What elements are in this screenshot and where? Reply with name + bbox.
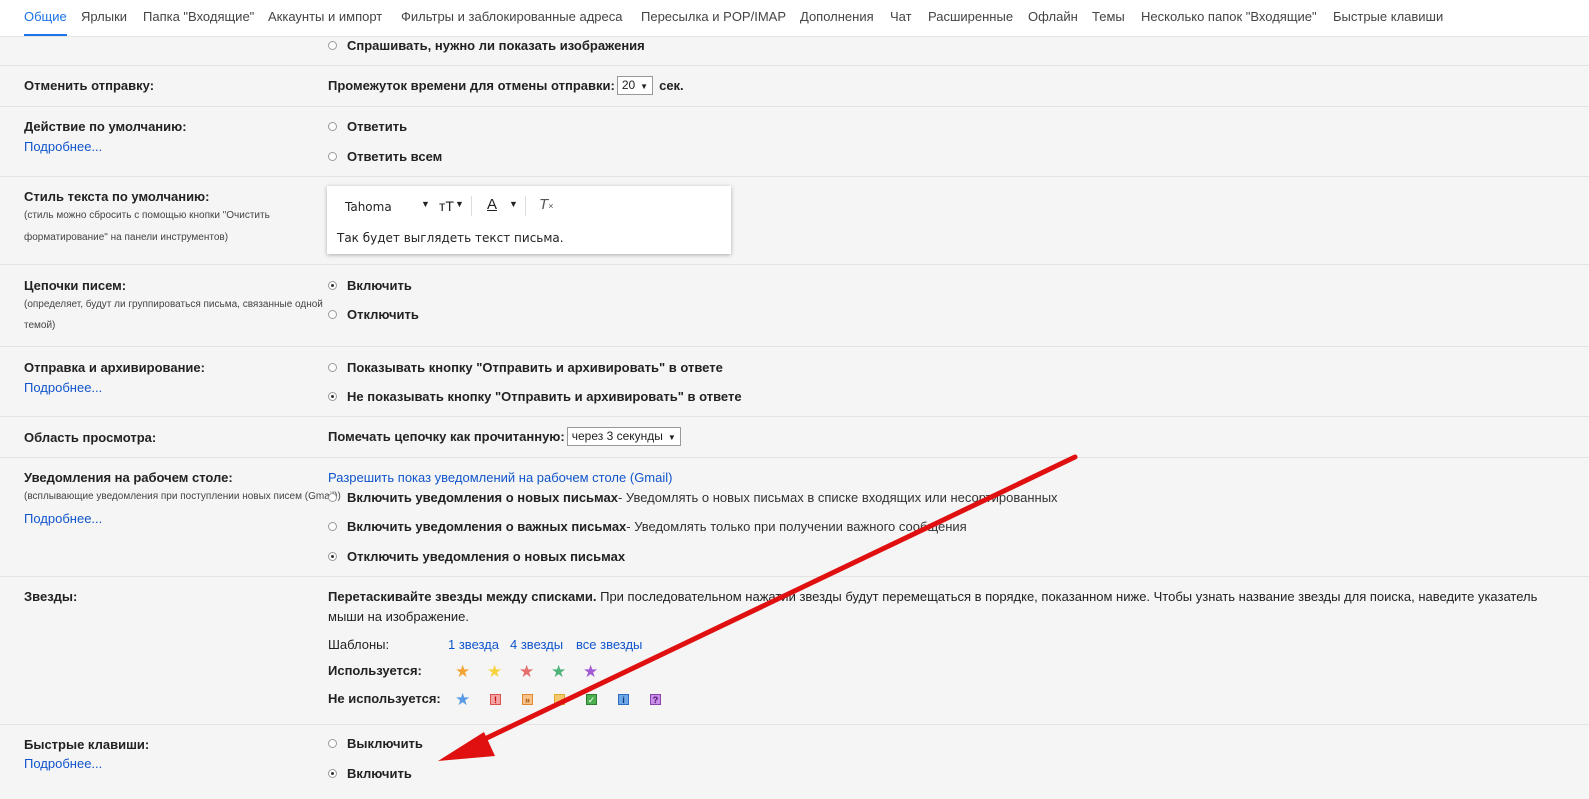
arrow-shaft bbox=[465, 454, 1078, 750]
annotation-arrow bbox=[438, 454, 1078, 761]
